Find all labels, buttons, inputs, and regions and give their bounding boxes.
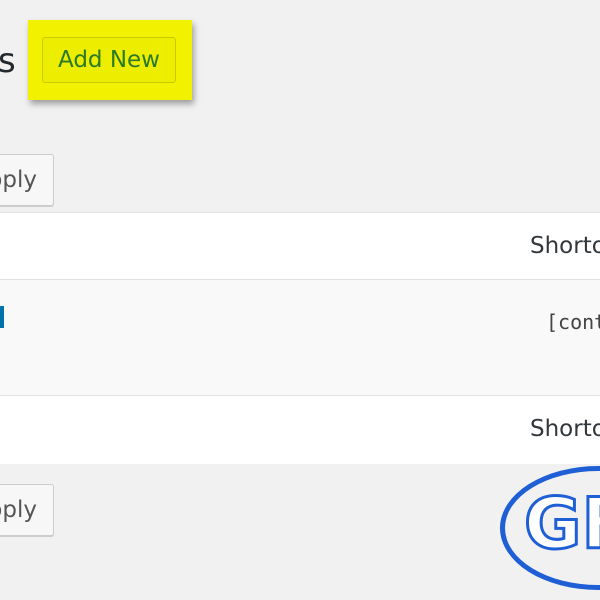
table-header-row: Shorto xyxy=(0,213,600,280)
add-new-button[interactable]: Add New xyxy=(42,37,176,83)
row-shortcode: [cont xyxy=(546,310,600,334)
table-footer-row: Shorto xyxy=(0,396,600,464)
screen: s Add New pply Shorto [cont Shorto pply … xyxy=(0,0,600,600)
column-footer-shortcode[interactable]: Shorto xyxy=(530,416,600,442)
watermark-logo: GF xyxy=(522,483,600,566)
row-title-link[interactable] xyxy=(0,306,4,328)
column-header-shortcode[interactable]: Shorto xyxy=(530,233,600,259)
apply-button-top[interactable]: pply xyxy=(0,154,54,206)
apply-button-bottom[interactable]: pply xyxy=(0,484,54,536)
table-row: [cont xyxy=(0,280,600,396)
page-title: s xyxy=(0,41,16,81)
list-table: Shorto [cont Shorto xyxy=(0,212,600,464)
